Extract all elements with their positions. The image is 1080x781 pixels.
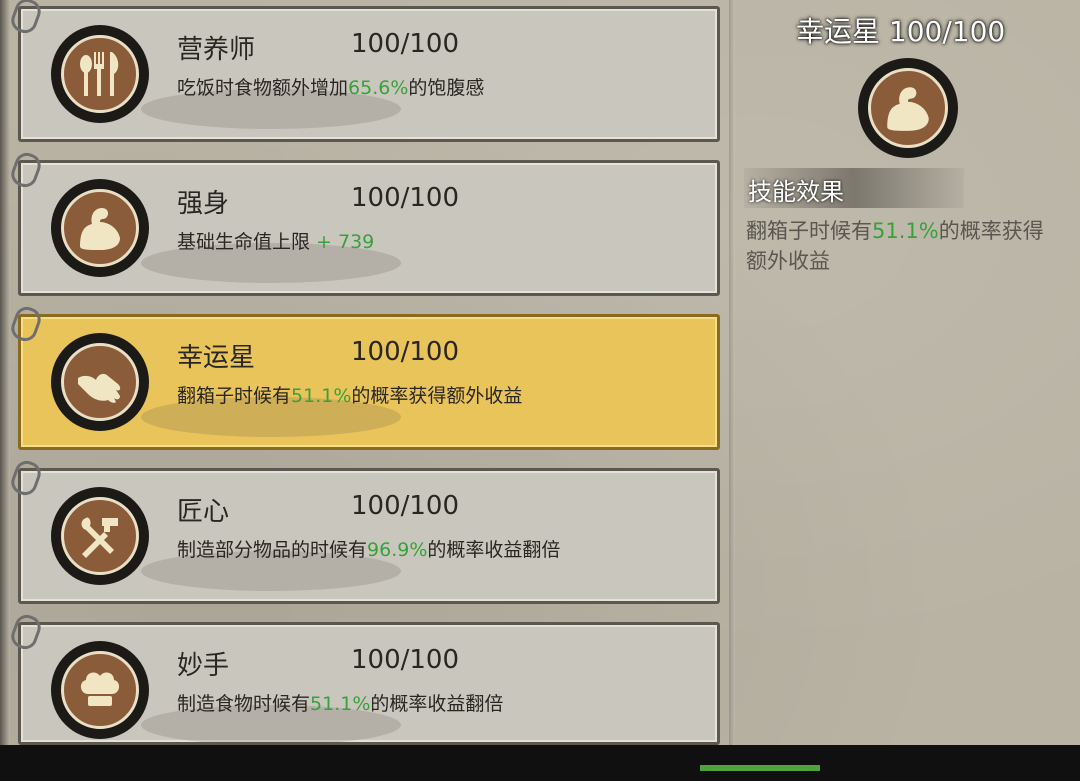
skill-level: 100/100 <box>351 645 460 675</box>
skill-name: 幸运星 <box>177 343 256 373</box>
chef-hat-icon <box>51 641 149 739</box>
panel-divider <box>729 0 735 745</box>
skill-description: 制造部分物品的时候有96.9%的概率收益翻倍 <box>177 539 561 561</box>
skill-name: 匠心 <box>177 497 230 527</box>
effect-description: 翻箱子时候有51.1%的概率获得额外收益 <box>746 219 1044 273</box>
flexed-arm-icon <box>858 58 958 158</box>
skill-card-craftsmanship[interactable]: 匠心 100/100 制造部分物品的时候有96.9%的概率收益翻倍 <box>7 457 720 604</box>
skill-description: 制造食物时候有51.1%的概率收益翻倍 <box>177 693 504 715</box>
skill-description: 翻箱子时候有51.1%的概率获得额外收益 <box>177 385 523 407</box>
skill-level: 100/100 <box>351 491 460 521</box>
skill-name: 强身 <box>177 189 230 219</box>
effect-header: 技能效果 <box>748 178 844 206</box>
fork-spoon-knife-icon <box>51 25 149 123</box>
skill-card-lucky-star[interactable]: 幸运星 100/100 翻箱子时候有51.1%的概率获得额外收益 <box>7 303 720 450</box>
flexed-arm-icon <box>51 179 149 277</box>
left-rail <box>0 0 10 745</box>
lucky-hand-icon <box>51 333 149 431</box>
detail-title: 幸运星 100/100 <box>796 15 1006 48</box>
bottom-bar <box>0 745 1080 781</box>
bottom-green-marker <box>700 765 820 771</box>
skill-card-deft-hands[interactable]: 妙手 100/100 制造食物时候有51.1%的概率收益翻倍 <box>7 611 720 745</box>
skill-level: 100/100 <box>351 337 460 367</box>
skill-description: 基础生命值上限 + 739 <box>177 231 375 253</box>
skill-name: 营养师 <box>177 35 256 65</box>
skill-card-nutritionist[interactable]: 营养师 100/100 吃饭时食物额外增加65.6%的饱腹感 <box>7 0 720 142</box>
skill-name: 妙手 <box>177 651 230 681</box>
skill-card-strength[interactable]: 强身 100/100 基础生命值上限 + 739 <box>7 149 720 296</box>
skill-level: 100/100 <box>351 183 460 213</box>
skill-description: 吃饭时食物额外增加65.6%的饱腹感 <box>177 77 485 99</box>
skill-level: 100/100 <box>351 29 460 59</box>
hammer-wrench-icon <box>51 487 149 585</box>
